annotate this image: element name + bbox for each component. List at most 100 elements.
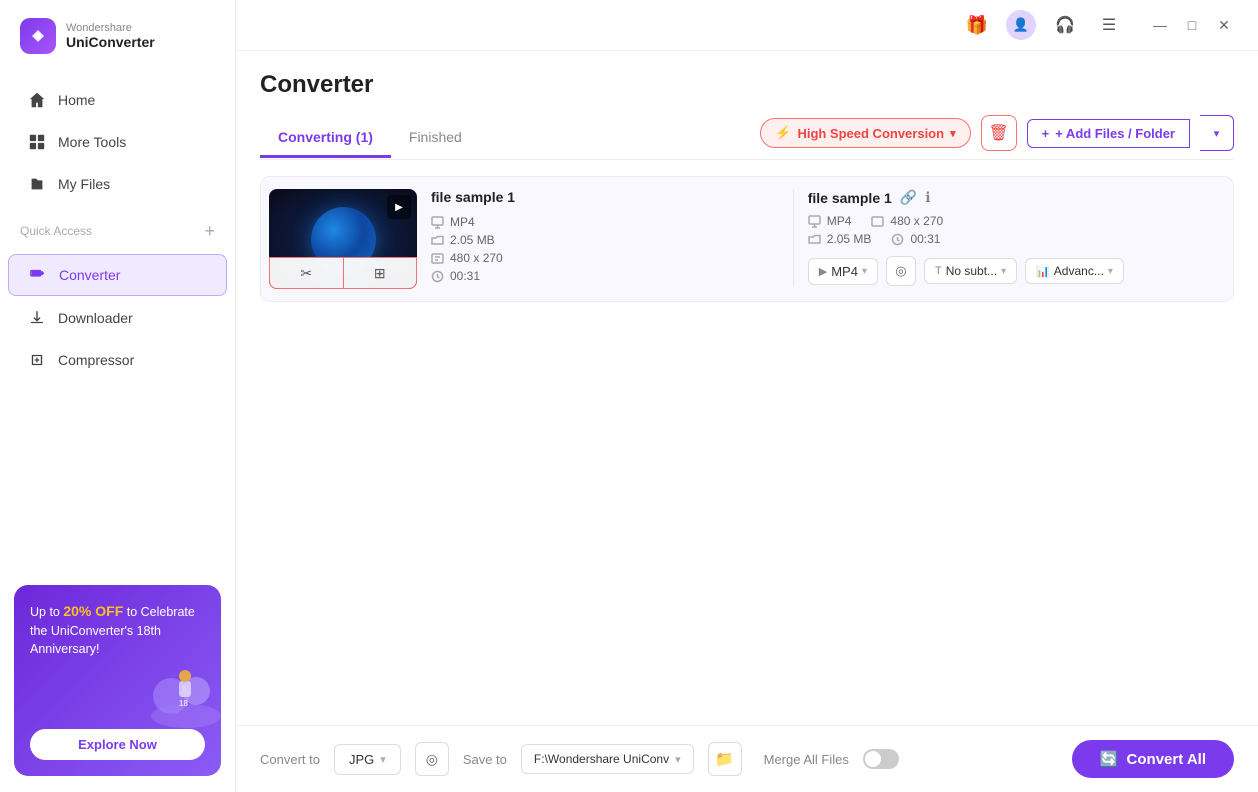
source-meta: MP4 2.05 MB 480 x 270 00:31 [431,215,779,283]
sidebar-item-home[interactable]: Home [8,80,227,120]
sidebar-item-compressor[interactable]: Compressor [8,340,227,380]
convert-all-button[interactable]: 🔄 Convert All [1072,740,1234,778]
clock-icon-source [431,270,444,283]
promo-section: Up to 20% OFF to Celebrate the UniConver… [0,569,235,792]
file-item: ▶ ✂ ⊞ file sample 1 [260,176,1234,302]
advanced-select[interactable]: 📊 Advanc... ▾ [1025,258,1124,284]
clock-icon-out [891,233,904,246]
add-files-button[interactable]: + + Add Files / Folder [1027,119,1190,148]
grid-icon [28,133,46,151]
save-path-value: F:\Wondershare UniConv [534,752,669,766]
user-avatar[interactable]: 👤 [1006,10,1036,40]
app-logo-text: Wondershare UniConverter [66,22,155,50]
bottom-target-button[interactable]: ◎ [415,742,449,776]
quick-access-header: Quick Access + [0,212,235,246]
output-header: file sample 1 🔗 ℹ [808,189,1225,206]
output-format-row: MP4 480 x 270 [808,214,1225,228]
subtitle-select[interactable]: T No subt... ▾ [924,258,1017,284]
merge-all-label: Merge All Files [764,752,849,767]
tab-finished[interactable]: Finished [391,119,480,158]
compressor-icon [28,351,46,369]
resolution-icon-out [871,215,884,228]
subtitle-chevron: ▾ [1001,266,1006,277]
save-path-select[interactable]: F:\Wondershare UniConv ▾ [521,744,694,774]
tab-converting[interactable]: Converting (1) [260,119,391,158]
downloader-icon [28,309,46,327]
play-overlay: ▶ [387,195,411,219]
high-speed-button[interactable]: ⚡ High Speed Conversion ▾ [760,118,970,148]
sidebar-label-compressor: Compressor [58,352,134,368]
convert-to-label: Convert to [260,752,320,767]
edit-link-icon[interactable]: 🔗 [900,189,917,206]
converter-icon [29,266,47,284]
chevron-down-icon-add: ▾ [1214,127,1220,140]
home-icon [28,91,46,109]
format-select[interactable]: ▶ MP4 ▾ [808,258,878,285]
tabs-toolbar: Converting (1) Finished ⚡ High Speed Con… [260,115,1234,160]
app-name: UniConverter [66,34,155,50]
subtitle-icon: T [935,265,942,277]
source-format: MP4 [450,215,475,229]
app-brand: Wondershare [66,22,155,34]
bolt-icon: ⚡ [775,125,791,141]
quick-access-add[interactable]: + [204,222,215,240]
chevron-down-icon: ▾ [950,127,956,140]
sidebar-label-downloader: Downloader [58,310,133,326]
quick-access-nav: Converter Downloader Compressor [0,246,235,388]
sidebar-item-downloader[interactable]: Downloader [8,298,227,338]
sidebar-item-my-files[interactable]: My Files [8,164,227,204]
add-files-dropdown[interactable]: ▾ [1200,115,1234,151]
merge-toggle[interactable] [863,749,899,769]
file-thumbnail: ▶ ✂ ⊞ [269,189,417,289]
trim-button[interactable]: ✂ [270,258,343,288]
headphones-icon[interactable]: 🎧 [1050,10,1080,40]
source-format-row: MP4 [431,215,779,229]
output-meta: MP4 480 x 270 2.05 MB 00:31 [808,214,1225,246]
sidebar-label-more-tools: More Tools [58,134,126,150]
page-content: Converter Converting (1) Finished ⚡ High… [236,51,1258,725]
crop-button[interactable]: ⊞ [343,258,417,288]
source-res-row: 480 x 270 [431,251,779,265]
folder-icon-out [808,233,821,246]
maximize-button[interactable]: □ [1178,11,1206,39]
promo-discount: 20% OFF [63,603,123,619]
sidebar-label-my-files: My Files [58,176,110,192]
output-resolution: 480 x 270 [890,214,943,228]
menu-icon[interactable]: ☰ [1094,10,1124,40]
bottom-target-icon: ◎ [426,751,438,768]
monitor-icon [431,216,444,229]
advanced-label: Advanc... [1054,264,1104,278]
promo-art: 18 [141,656,221,736]
source-resolution: 480 x 270 [450,251,503,265]
files-icon [28,175,46,193]
close-button[interactable]: ✕ [1210,11,1238,39]
sidebar-item-more-tools[interactable]: More Tools [8,122,227,162]
delete-button[interactable]: 🗑 [981,115,1017,151]
info-icon[interactable]: ℹ [925,189,930,206]
main-content: 🎁 👤 🎧 ☰ — □ ✕ Converter Converting (1) F… [236,0,1258,792]
source-size: 2.05 MB [450,233,495,247]
convert-format-select[interactable]: JPG ▾ [334,744,401,775]
sidebar-nav: Home More Tools My Files [0,72,235,212]
scissors-icon: ✂ [300,265,312,282]
window-controls: — □ ✕ [1146,11,1238,39]
quick-access-label: Quick Access [20,224,92,238]
convert-format-chevron: ▾ [380,753,386,766]
sidebar-item-converter[interactable]: Converter [8,254,227,296]
plus-icon: + [1042,126,1050,141]
gift-icon[interactable]: 🎁 [962,10,992,40]
promo-text: Up to 20% OFF to Celebrate the UniConver… [30,601,205,660]
folder-icon: 📁 [715,750,734,768]
output-info: file sample 1 🔗 ℹ MP4 480 x 270 [793,189,1225,286]
format-chevron: ▾ [862,266,867,277]
output-target-button[interactable]: ◎ [886,256,916,286]
app-logo-icon [20,18,56,54]
toolbar-right: ⚡ High Speed Conversion ▾ 🗑 + + Add File… [760,115,1234,159]
minimize-button[interactable]: — [1146,11,1174,39]
tabs: Converting (1) Finished [260,118,480,157]
monitor-icon-out [808,215,821,228]
source-filename: file sample 1 [431,189,779,205]
folder-open-button[interactable]: 📁 [708,742,742,776]
topbar: 🎁 👤 🎧 ☰ — □ ✕ [236,0,1258,51]
explore-now-button[interactable]: Explore Now [30,729,205,760]
